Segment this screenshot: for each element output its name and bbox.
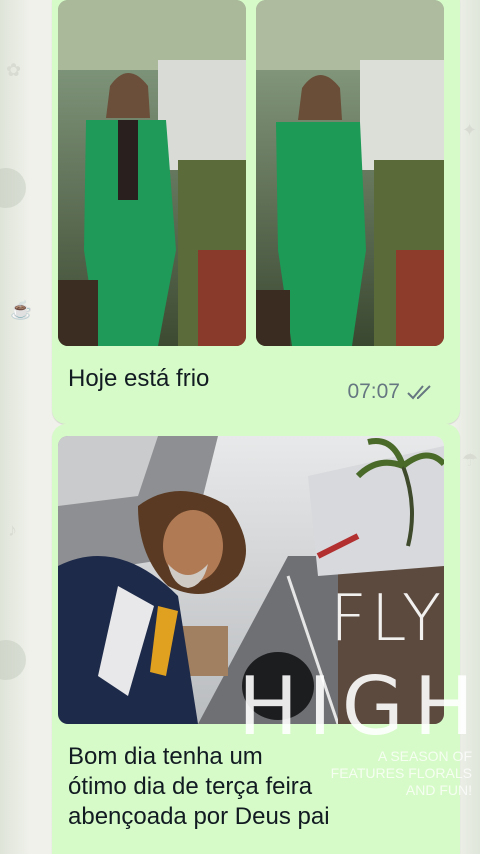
message-text: Bom dia tenha um ótimo dia de terça feir…: [68, 742, 440, 832]
wallpaper-doodle: ☂: [462, 450, 479, 470]
message-time: 07:07: [347, 380, 400, 403]
wallpaper-doodle: ♪: [8, 520, 17, 540]
double-check-icon: [406, 383, 436, 401]
message-text-line: abençoada por Deus pai: [68, 803, 330, 830]
selfie-photo[interactable]: [58, 436, 444, 724]
message-text-line: Bom dia tenha um: [68, 743, 263, 770]
message-bubble-outgoing[interactable]: Hoje está frio 07:07: [52, 0, 460, 424]
wallpaper-doodle: ☕: [10, 300, 33, 320]
message-text-line: ótimo dia de terça feira: [68, 773, 313, 800]
scroll-shadow: [0, 640, 26, 680]
message-meta: 07:07: [347, 380, 436, 404]
scroll-shadow: [0, 168, 26, 208]
chat-screen: ✿ ☕ ♪ ✦ ☂ Hoje está frio 07:07 Bom dia t…: [0, 0, 480, 854]
wallpaper-doodle: ✿: [6, 60, 22, 80]
message-bubble-outgoing[interactable]: Bom dia tenha um ótimo dia de terça feir…: [52, 424, 460, 854]
photo-right[interactable]: [256, 0, 444, 346]
photo-left[interactable]: [58, 0, 246, 346]
wallpaper-doodle: ✦: [462, 120, 478, 140]
